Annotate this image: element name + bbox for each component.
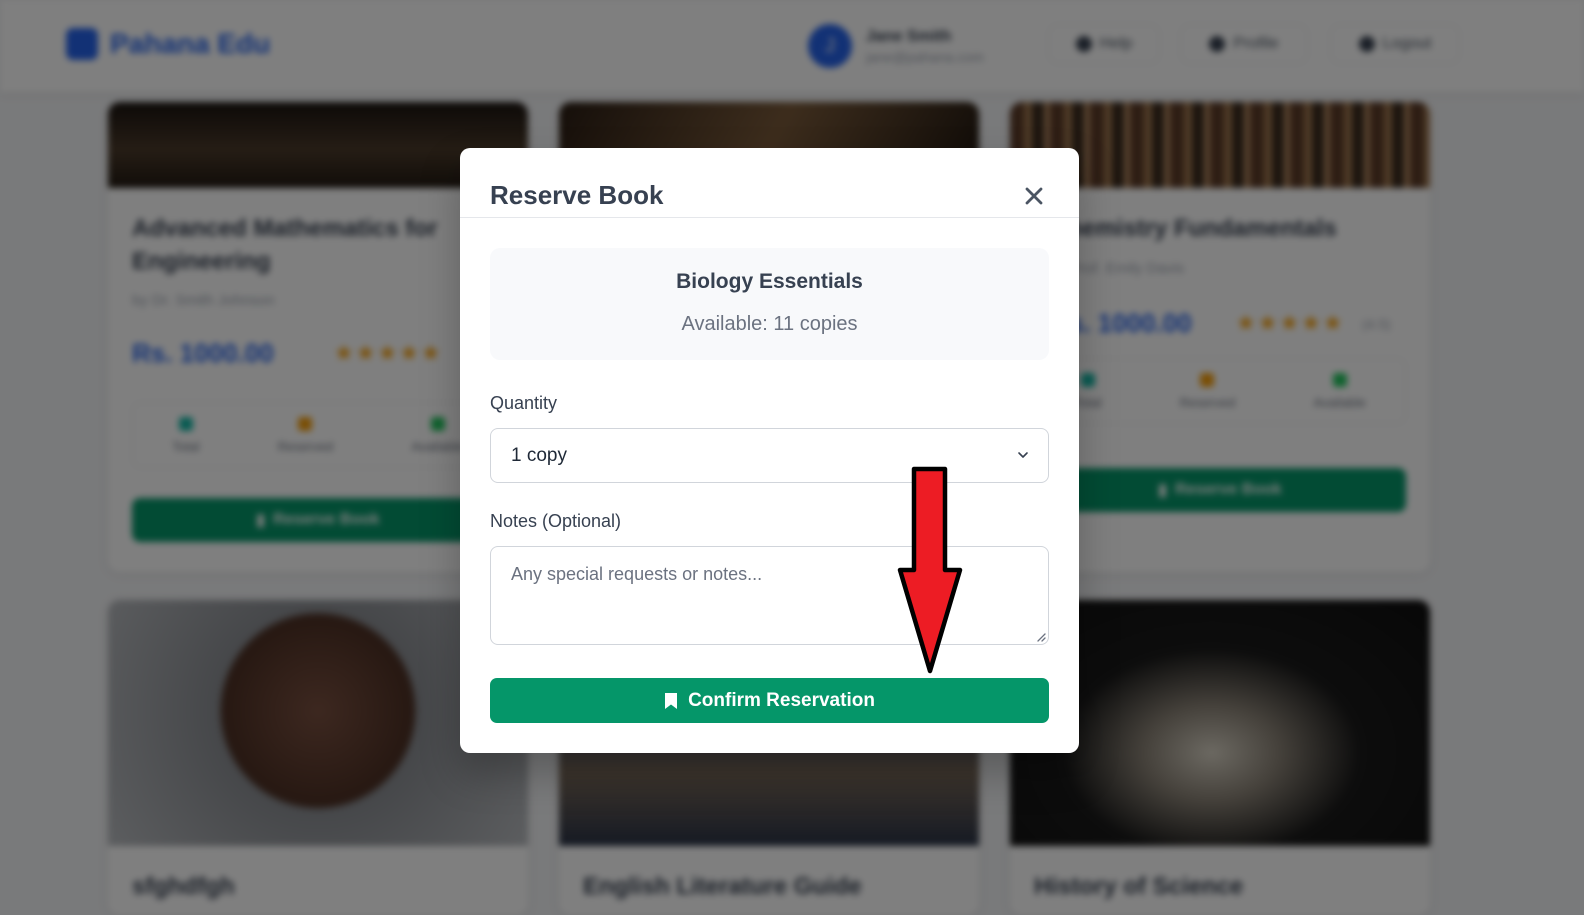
red-arrow-down-icon [897,466,963,674]
quantity-value: 1 copy [511,445,567,466]
book-summary: Biology Essentials Available: 11 copies [490,248,1049,360]
resize-handle-icon[interactable] [1036,632,1046,642]
quantity-select[interactable]: 1 copy [490,428,1049,483]
notes-textarea[interactable] [490,546,1049,645]
bookmark-icon [665,692,678,709]
close-button[interactable] [1020,182,1048,210]
chevron-down-icon [1018,452,1028,458]
confirm-reservation-label: Confirm Reservation [688,689,875,711]
reserve-book-modal: Reserve Book Biology Essentials Availabl… [460,148,1079,753]
close-icon [1025,187,1043,205]
notes-label: Notes (Optional) [490,511,622,531]
modal-header: Reserve Book [460,148,1079,218]
quantity-label: Quantity [490,393,558,413]
availability-text: Available: 11 copies [681,313,858,335]
modal-title: Reserve Book [490,180,664,210]
book-title: Biology Essentials [676,270,863,293]
confirm-reservation-button[interactable]: Confirm Reservation [490,678,1049,723]
